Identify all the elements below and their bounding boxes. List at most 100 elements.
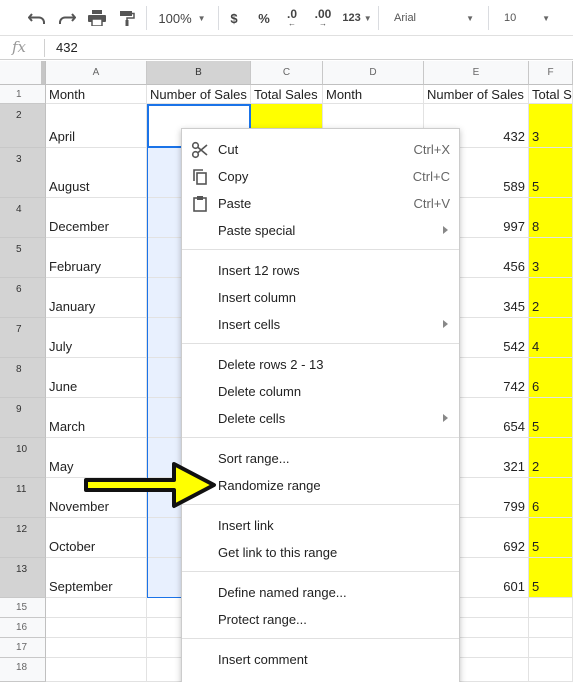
menu-item-insert-cells[interactable]: Insert cells (182, 311, 459, 338)
currency-format-button[interactable]: $ (224, 0, 244, 36)
table-cell[interactable] (529, 598, 573, 618)
menu-item-get-link[interactable]: Get link to this range (182, 539, 459, 566)
row-number: 16 (16, 622, 28, 633)
table-cell[interactable] (529, 618, 573, 638)
print-button[interactable] (84, 0, 110, 36)
percent-format-button[interactable]: % (253, 0, 275, 36)
row-header-13[interactable]: 13 (0, 558, 46, 598)
table-cell[interactable]: July (46, 318, 147, 358)
menu-item-shortcut: Ctrl+C (412, 169, 450, 184)
formula-bar-divider (44, 39, 45, 57)
table-cell[interactable]: 6 (529, 478, 573, 518)
menu-item-label: Insert link (218, 518, 274, 533)
table-cell[interactable]: 4 (529, 318, 573, 358)
row-header-10[interactable]: 10 (0, 438, 46, 478)
redo-icon (59, 13, 76, 24)
menu-item-delete-rows[interactable]: Delete rows 2 - 13 (182, 351, 459, 378)
table-cell[interactable]: December (46, 198, 147, 238)
menu-item-define-named-range[interactable]: Define named range... (182, 579, 459, 606)
table-cell[interactable]: 6 (529, 358, 573, 398)
select-all-corner[interactable] (0, 61, 46, 85)
submenu-arrow-icon (443, 414, 448, 422)
font-size-select[interactable]: 10 ▼ (494, 0, 558, 36)
table-cell[interactable]: 2 (529, 278, 573, 318)
redo-button[interactable] (54, 0, 80, 36)
table-cell[interactable]: 2 (529, 438, 573, 478)
table-cell[interactable] (529, 658, 573, 682)
table-cell[interactable] (46, 618, 147, 638)
header-cell-d[interactable]: Month (323, 85, 424, 104)
row-header-11[interactable]: 11 (0, 478, 46, 518)
menu-item-paste-special[interactable]: Paste special (182, 217, 459, 244)
increase-decimals-button[interactable]: .00 → (309, 0, 337, 36)
column-header-e[interactable]: E (424, 61, 529, 85)
table-cell[interactable]: September (46, 558, 147, 598)
header-cell-f[interactable]: Total Sales (529, 85, 573, 104)
menu-item-insert-link[interactable]: Insert link (182, 512, 459, 539)
menu-item-cut[interactable]: Cut Ctrl+X (182, 136, 459, 163)
paint-format-button[interactable] (114, 0, 140, 36)
row-header-7[interactable]: 7 (0, 318, 46, 358)
menu-item-paste[interactable]: Paste Ctrl+V (182, 190, 459, 217)
menu-item-protect-range[interactable]: Protect range... (182, 606, 459, 633)
table-cell[interactable]: August (46, 148, 147, 198)
row-header-4[interactable]: 4 (0, 198, 46, 238)
column-header-f[interactable]: F (529, 61, 573, 85)
table-cell[interactable]: October (46, 518, 147, 558)
table-cell[interactable] (46, 638, 147, 658)
header-cell-c[interactable]: Total Sales (251, 85, 323, 104)
menu-item-delete-column[interactable]: Delete column (182, 378, 459, 405)
menu-item-insert-comment[interactable]: Insert comment (182, 646, 459, 673)
table-cell[interactable]: 5 (529, 398, 573, 438)
header-cell-a[interactable]: Month (46, 85, 147, 104)
font-size-value: 10 (504, 12, 517, 24)
table-cell[interactable]: April (46, 104, 147, 148)
column-header-b[interactable]: B (147, 61, 251, 85)
table-cell[interactable]: 8 (529, 198, 573, 238)
header-cell-b[interactable]: Number of Sales (147, 85, 251, 104)
row-header-18[interactable]: 18 (0, 658, 46, 682)
formula-input[interactable]: 432 (56, 40, 78, 55)
decrease-decimals-button[interactable]: .0 ← (280, 0, 304, 36)
table-cell[interactable]: 5 (529, 518, 573, 558)
row-number: 15 (16, 602, 28, 613)
menu-item-delete-cells[interactable]: Delete cells (182, 405, 459, 432)
row-header-16[interactable]: 16 (0, 618, 46, 638)
menu-item-randomize-range[interactable]: Randomize range (182, 472, 459, 499)
column-header-c[interactable]: C (251, 61, 323, 85)
table-cell[interactable]: March (46, 398, 147, 438)
column-header-a[interactable]: A (46, 61, 147, 85)
row-header-6[interactable]: 6 (0, 278, 46, 318)
table-cell[interactable] (46, 598, 147, 618)
menu-item-copy[interactable]: Copy Ctrl+C (182, 163, 459, 190)
table-cell[interactable]: 5 (529, 558, 573, 598)
undo-icon (28, 13, 45, 24)
menu-item-sort-range[interactable]: Sort range... (182, 445, 459, 472)
row-header-5[interactable]: 5 (0, 238, 46, 278)
zoom-select[interactable]: 100% ▼ (150, 0, 214, 36)
table-cell[interactable]: 3 (529, 104, 573, 148)
undo-button[interactable] (24, 0, 50, 36)
table-cell[interactable]: 5 (529, 148, 573, 198)
row-header-9[interactable]: 9 (0, 398, 46, 438)
table-cell[interactable] (46, 658, 147, 682)
menu-divider (182, 437, 459, 438)
table-cell[interactable] (529, 638, 573, 658)
menu-item-insert-rows[interactable]: Insert 12 rows (182, 257, 459, 284)
more-formats-button[interactable]: 123 ▼ (340, 0, 374, 36)
row-header-15[interactable]: 15 (0, 598, 46, 618)
table-cell[interactable]: February (46, 238, 147, 278)
menu-item-insert-column[interactable]: Insert column (182, 284, 459, 311)
row-header-12[interactable]: 12 (0, 518, 46, 558)
font-select[interactable]: Arial ▼ (384, 0, 482, 36)
row-header-2[interactable]: 2 (0, 104, 46, 148)
row-header-8[interactable]: 8 (0, 358, 46, 398)
row-header-17[interactable]: 17 (0, 638, 46, 658)
column-header-d[interactable]: D (323, 61, 424, 85)
row-header-3[interactable]: 3 (0, 148, 46, 198)
table-cell[interactable]: January (46, 278, 147, 318)
table-cell[interactable]: June (46, 358, 147, 398)
table-cell[interactable]: 3 (529, 238, 573, 278)
header-cell-e[interactable]: Number of Sales (424, 85, 529, 104)
row-header-1[interactable]: 1 (0, 85, 46, 104)
